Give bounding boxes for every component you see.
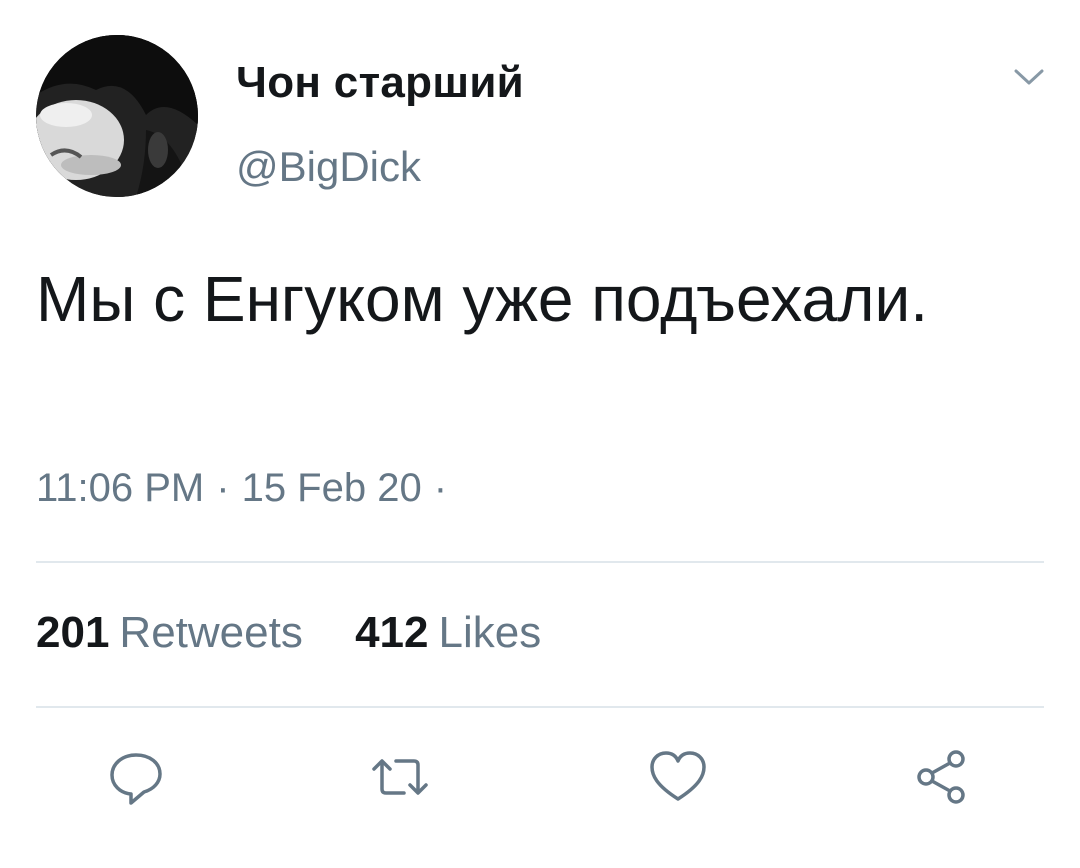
retweets-label: Retweets (119, 608, 303, 657)
share-button[interactable] (910, 745, 974, 809)
like-button[interactable] (646, 745, 710, 809)
tweet-text: Мы с Енгуком уже подъехали. (36, 263, 928, 335)
reply-icon (110, 753, 162, 805)
share-icon (917, 750, 965, 804)
divider (36, 706, 1044, 708)
likes-label: Likes (438, 608, 542, 657)
tweet-time: 11:06 PM (36, 466, 205, 510)
chevron-down-icon[interactable] (1010, 63, 1048, 91)
display-name[interactable]: Чон старший (236, 58, 524, 108)
retweets-count: 201 (36, 608, 110, 657)
likes-count: 412 (355, 608, 429, 657)
tweet-date: 15 Feb 20 (241, 466, 422, 510)
user-handle[interactable]: @BigDick (236, 143, 421, 191)
heart-icon (650, 751, 706, 801)
tweet-timestamp[interactable]: 11:06 PM · 15 Feb 20 · (36, 466, 459, 511)
avatar[interactable] (36, 35, 198, 197)
separator-dot: · (433, 466, 448, 510)
tweet-stats: 201 Retweets 412 Likes (36, 608, 541, 658)
retweets-stat[interactable]: 201 Retweets (36, 608, 303, 658)
divider (36, 561, 1044, 563)
separator-dot: · (216, 466, 230, 510)
tweet-card: Чон старший @BigDick Мы с Енгуком уже по… (0, 0, 1080, 868)
retweet-button[interactable] (368, 745, 432, 809)
reply-button[interactable] (104, 745, 168, 809)
avatar-photo-icon (36, 35, 198, 197)
retweet-icon (372, 759, 428, 795)
likes-stat[interactable]: 412 Likes (355, 608, 541, 658)
